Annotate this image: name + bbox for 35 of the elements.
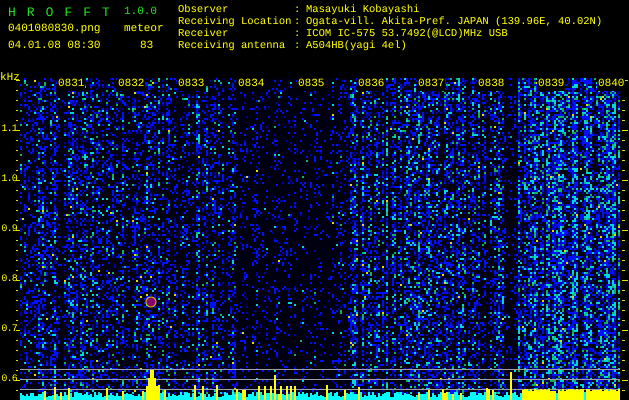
axis-label: 1.0 bbox=[1, 173, 17, 187]
time-label: 0837 bbox=[417, 78, 446, 91]
info-separator: : bbox=[294, 4, 302, 16]
axis-label: 0.9 bbox=[1, 223, 17, 237]
info-label: Receiving antenna bbox=[178, 40, 286, 52]
time-label: 0840 bbox=[597, 78, 626, 91]
info-value: Masayuki Kobayashi bbox=[306, 4, 420, 16]
info-separator: : bbox=[294, 40, 302, 52]
counter-label: meteor bbox=[124, 23, 165, 35]
app-title: H R O F F T bbox=[8, 4, 112, 20]
axis-label: 1.1 bbox=[1, 123, 17, 137]
info-separator: : bbox=[294, 16, 302, 28]
date-time: 04.01.08 08:30 bbox=[8, 40, 102, 52]
time-label: 0835 bbox=[297, 78, 326, 91]
info-label: Receiving Location bbox=[178, 16, 292, 28]
time-label: 0832 bbox=[117, 78, 146, 91]
time-label: 0836 bbox=[357, 78, 386, 91]
axis-label: 0.7 bbox=[1, 323, 17, 337]
time-label: 0833 bbox=[177, 78, 206, 91]
time-label: 0838 bbox=[477, 78, 506, 91]
time-label: 0831 bbox=[57, 78, 86, 91]
meteor-count: 83 bbox=[139, 40, 154, 52]
time-label: 0839 bbox=[537, 78, 566, 91]
axis-unit: kHz bbox=[0, 72, 20, 84]
info-value: A504HB(yagi 4el) bbox=[306, 40, 408, 52]
info-separator: : bbox=[294, 28, 302, 40]
time-label: 0834 bbox=[237, 78, 266, 91]
info-value: Ogata-vill. Akita-Pref. JAPAN (139.96E, 40.02N) bbox=[306, 16, 602, 28]
info-label: Observer bbox=[178, 4, 230, 16]
axis-label: 0.8 bbox=[1, 273, 17, 287]
app-version: 1.0.0 bbox=[124, 6, 158, 18]
info-label: Receiver bbox=[178, 28, 230, 40]
axis-label: 0.6 bbox=[1, 373, 17, 387]
image-filename: 0401080830.png bbox=[8, 23, 102, 35]
info-value: ICOM IC-575 53.7492(@LCD)MHz USB bbox=[306, 28, 509, 40]
